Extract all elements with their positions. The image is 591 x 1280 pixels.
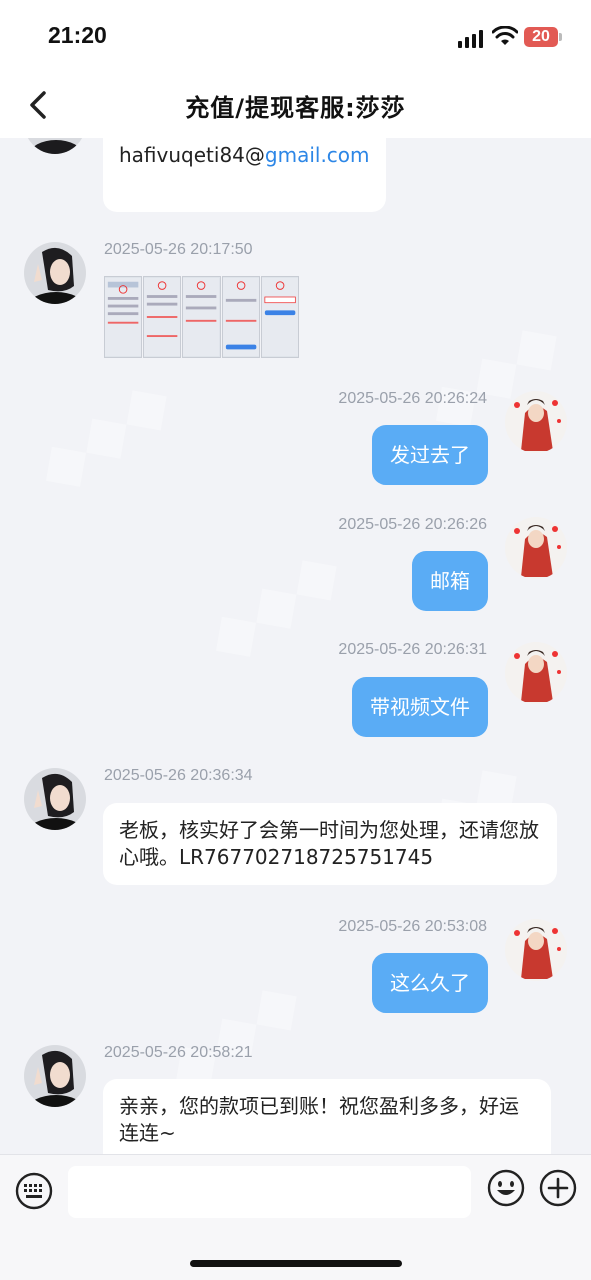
battery-level: 20	[524, 27, 558, 47]
status-bar: 21:20 20	[0, 0, 591, 72]
screenshot-thumbnail	[182, 276, 221, 358]
message-bubble-outgoing[interactable]: 邮箱	[412, 551, 488, 611]
home-indicator	[190, 1260, 402, 1267]
watermark: ◆◆◆	[192, 532, 356, 678]
message-timestamp: 2025-05-26 20:53:08	[338, 918, 487, 935]
screenshot-thumbnail	[221, 276, 260, 358]
message-timestamp: 2025-05-26 20:58:21	[104, 1044, 253, 1061]
screenshot-thumbnail	[143, 276, 182, 358]
email-user: hafivuqeti84@	[119, 143, 265, 167]
emoji-icon[interactable]	[486, 1168, 526, 1208]
message-timestamp: 2025-05-26 20:26:31	[338, 641, 487, 658]
message-bubble-incoming[interactable]: 老板，核实好了会第一时间为您处理，还请您放心哦。LR76770271872575…	[103, 803, 557, 885]
message-timestamp: 2025-05-26 20:36:34	[104, 767, 253, 784]
avatar[interactable]	[505, 919, 567, 981]
avatar[interactable]	[24, 768, 86, 830]
message-timestamp: 2025-05-26 20:26:26	[338, 516, 487, 533]
avatar[interactable]	[505, 391, 567, 453]
avatar[interactable]	[24, 138, 86, 154]
signal-icon	[458, 30, 483, 48]
screenshot-thumbnail	[260, 276, 300, 358]
message-bubble-outgoing[interactable]: 发过去了	[372, 425, 488, 485]
nav-bar: 充值/提现客服:莎莎	[0, 72, 591, 138]
page-title: 充值/提现客服:莎莎	[185, 94, 406, 122]
message-input[interactable]	[68, 1166, 471, 1218]
image-message[interactable]	[104, 276, 300, 358]
message-bubble-outgoing[interactable]: 带视频文件	[352, 677, 488, 737]
watermark: ◆◆◆	[22, 362, 186, 508]
battery-icon: 20	[524, 27, 562, 47]
message-timestamp: 2025-05-26 20:26:24	[338, 390, 487, 407]
wifi-icon	[492, 26, 518, 45]
keyboard-icon[interactable]	[14, 1171, 54, 1211]
avatar[interactable]	[505, 517, 567, 579]
chat-message-list[interactable]: ◆◆◆ ◆◆◆ ◆◆◆ ◆◆◆ ◆◆◆ hafivuqeti84@gmail.c…	[0, 138, 591, 1154]
avatar[interactable]	[24, 1045, 86, 1107]
email-link[interactable]: gmail.com	[265, 143, 370, 167]
avatar[interactable]	[24, 242, 86, 304]
avatar[interactable]	[505, 642, 567, 704]
plus-icon[interactable]	[538, 1168, 578, 1208]
message-timestamp: 2025-05-26 20:17:50	[104, 241, 253, 258]
message-bubble-incoming[interactable]: hafivuqeti84@gmail.com	[103, 138, 386, 212]
message-input-bar	[0, 1154, 591, 1280]
message-bubble-outgoing[interactable]: 这么久了	[372, 953, 488, 1013]
screenshot-thumbnail	[104, 276, 143, 358]
message-bubble-incoming[interactable]: 亲亲，您的款项已到账！祝您盈利多多，好运连连~	[103, 1079, 551, 1154]
status-time: 21:20	[48, 22, 107, 48]
